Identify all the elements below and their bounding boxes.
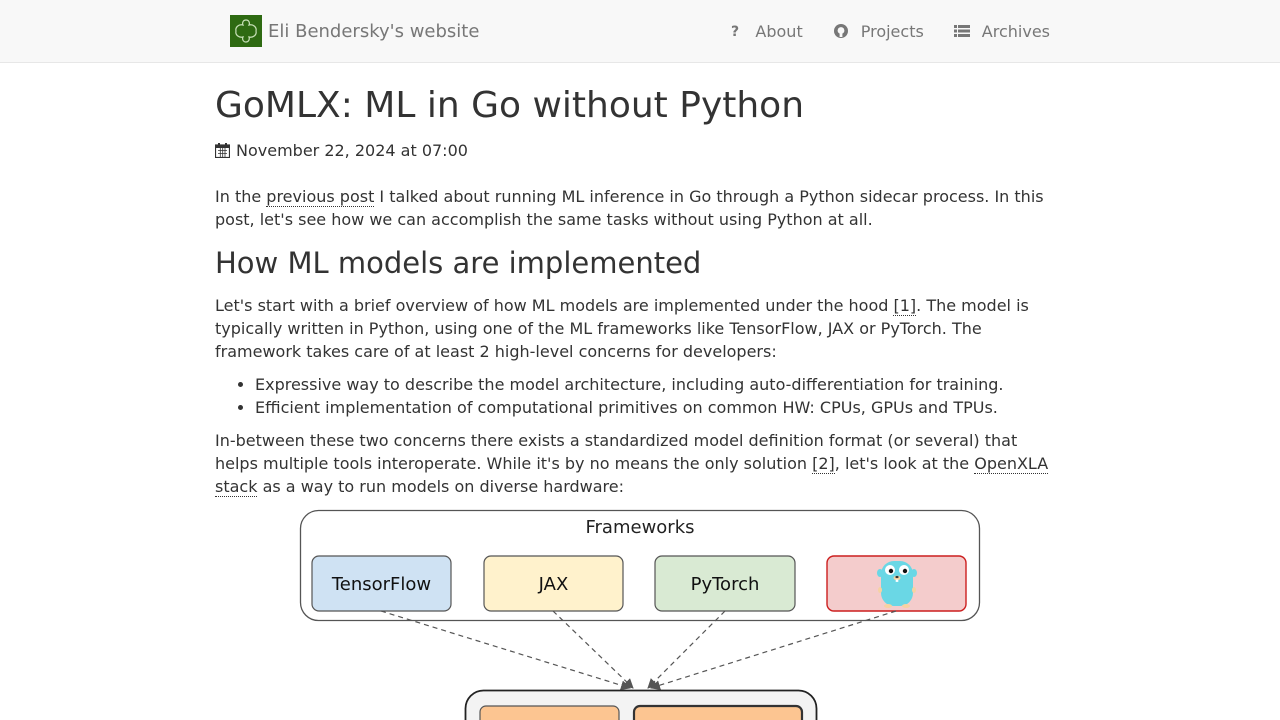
frameworks-group-label: Frameworks [585,517,694,538]
jax-box-label: JAX [538,574,569,595]
jax-arrow [552,610,634,689]
tensorflow-box-label: TensorFlow [331,574,431,595]
pytorch-box-label: PyTorch [691,574,760,595]
connector-arrows [380,610,897,691]
openxla-stack-diagram: Frameworks TensorFlow JAX PyTorch [299,509,981,720]
gomlx-arrow [650,610,897,691]
ir-box-right [632,704,804,720]
ir-box-left [479,705,620,720]
